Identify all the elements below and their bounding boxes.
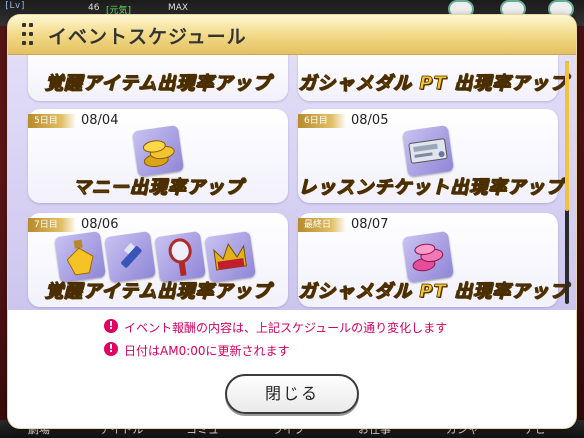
day-card-5-prev: ガシャメダル PT 出現率アップ bbox=[298, 55, 569, 101]
day-effect: マニー出現率アップ bbox=[72, 177, 244, 199]
item-row bbox=[298, 125, 558, 177]
day-effect: レッスンチケット出現率アップ bbox=[298, 177, 564, 199]
lipstick-icon bbox=[104, 231, 156, 283]
close-button[interactable]: 閉じる bbox=[225, 374, 359, 414]
item-row bbox=[28, 230, 288, 283]
hand-mirror-icon bbox=[154, 231, 206, 283]
day-card-4: 覚醒アイテム出現率アップ bbox=[28, 55, 288, 101]
notice-update-time: 日付はAM0:00に更新されます bbox=[124, 344, 290, 358]
stamina-max-label: MAX bbox=[168, 3, 189, 13]
dialog-header: イベントスケジュール bbox=[8, 15, 576, 55]
item-row bbox=[298, 230, 558, 283]
drag-handle-icon[interactable] bbox=[22, 23, 34, 45]
day-effect: ガシャメダル PT 出現率アップ bbox=[298, 281, 569, 303]
day-card-5: 5日目 08/04 マニー出現率アップ bbox=[28, 109, 288, 203]
scrollbar-thumb[interactable] bbox=[565, 61, 569, 211]
alert-icon: ! bbox=[104, 319, 118, 333]
alert-icon: ! bbox=[104, 342, 118, 356]
day-card-6: 6日目 08/05 レッスンチケット出現率アップ bbox=[298, 109, 564, 203]
day-card-7: 7日目 08/06 覚醒アイテム出現率アップ bbox=[28, 213, 288, 307]
level-label: [Lv] bbox=[4, 1, 26, 11]
event-schedule-dialog: イベントスケジュール 覚醒アイテム出現率アップ ガシャメダル PT 出現率アップ… bbox=[8, 15, 576, 428]
money-coins-icon bbox=[132, 125, 184, 177]
perfume-icon bbox=[54, 231, 106, 283]
lesson-ticket-icon bbox=[402, 125, 454, 177]
day-card-final: 最終日 08/07 ガシャメダル PT 出現率アップ bbox=[298, 213, 569, 307]
level-value: 46 bbox=[88, 3, 100, 13]
crown-icon bbox=[204, 231, 256, 283]
day-effect: ガシャメダル PT 出現率アップ bbox=[298, 73, 569, 95]
day-effect: 覚醒アイテム出現率アップ bbox=[44, 281, 272, 303]
notice-reward-change: イベント報酬の内容は、上記スケジュールの通り変化します bbox=[124, 321, 448, 335]
gacha-medal-icon bbox=[402, 231, 454, 283]
schedule-list[interactable]: 覚醒アイテム出現率アップ ガシャメダル PT 出現率アップ 5日目 08/04 … bbox=[8, 55, 576, 310]
day-effect: 覚醒アイテム出現率アップ bbox=[44, 73, 272, 95]
dialog-title: イベントスケジュール bbox=[48, 26, 247, 48]
item-row bbox=[28, 125, 288, 177]
